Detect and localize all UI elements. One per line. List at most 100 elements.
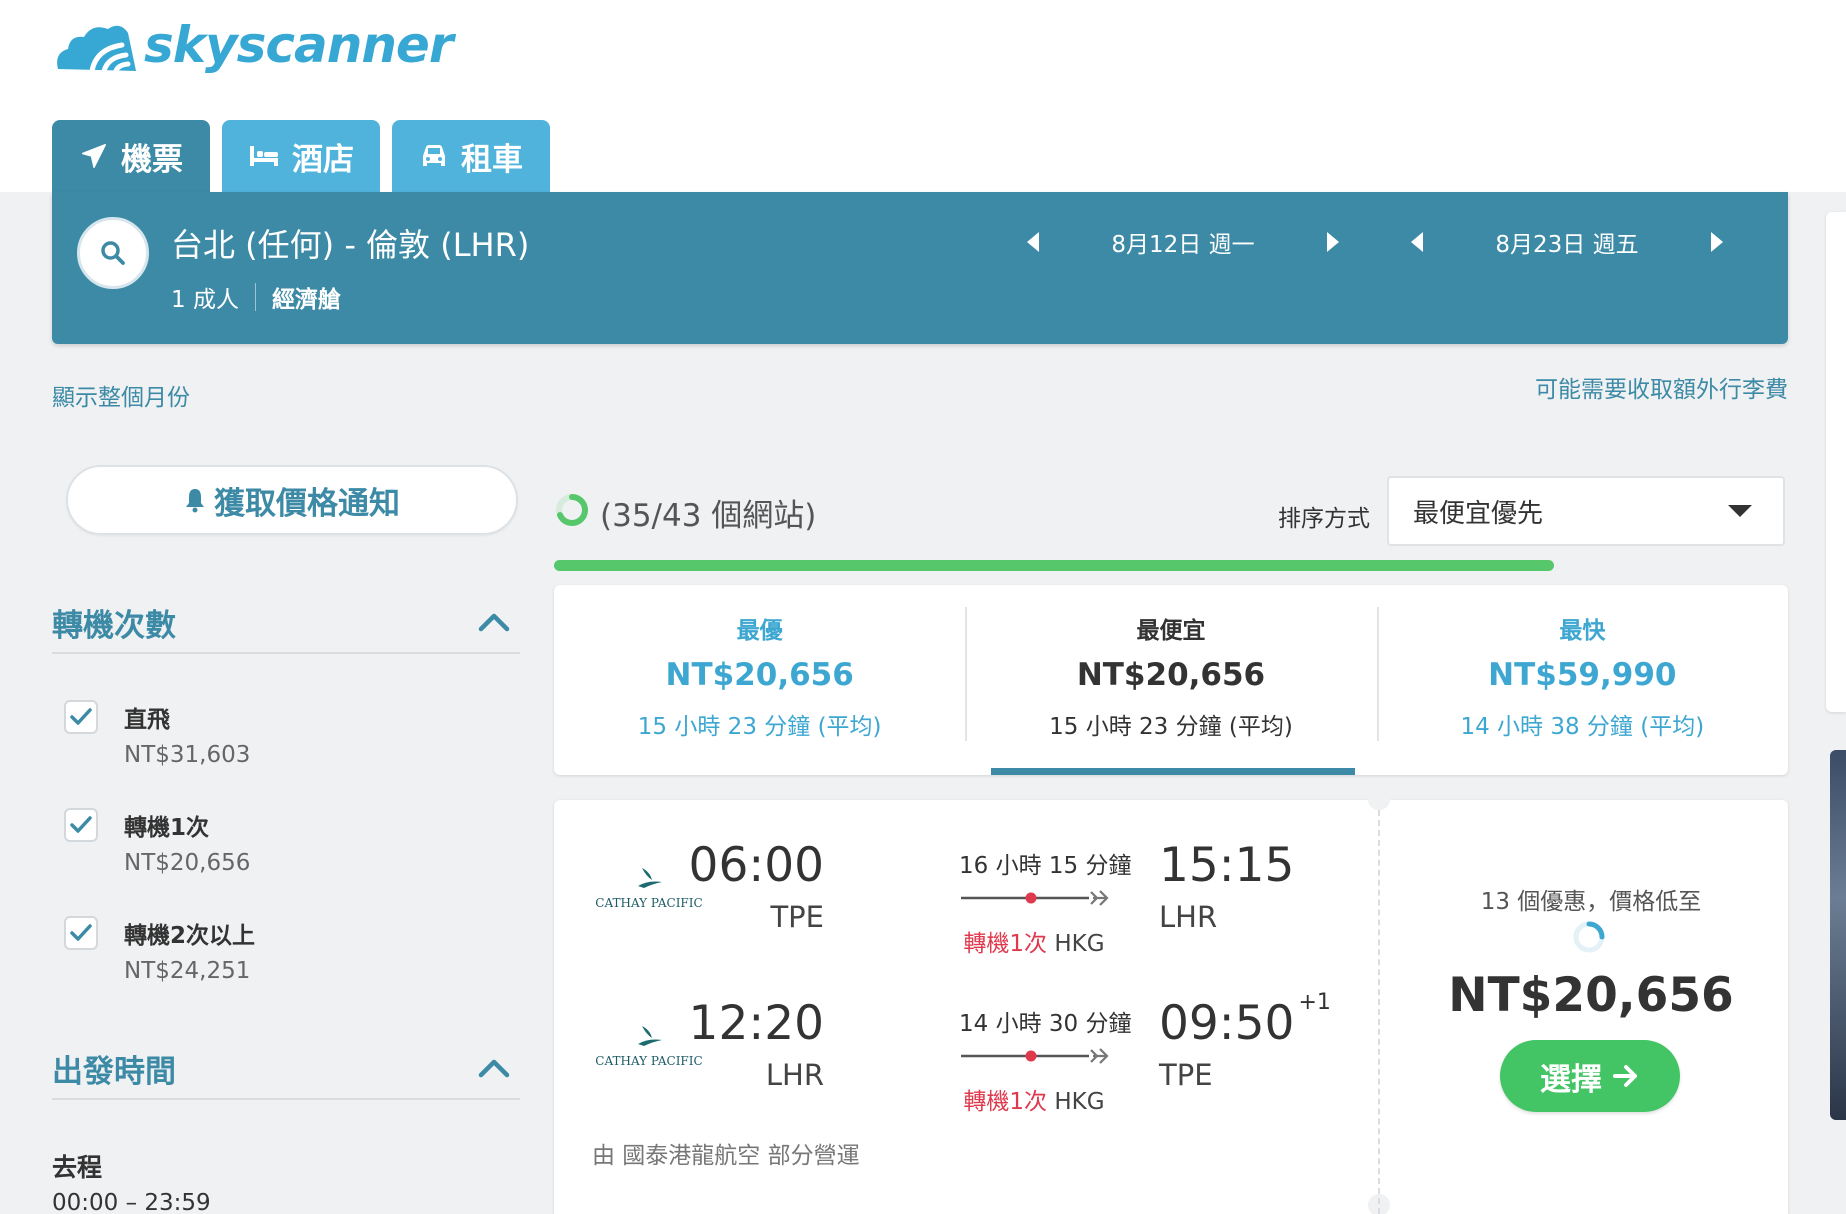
summary-heading: 最快 xyxy=(1559,618,1606,644)
cathay-pacific-logo-icon xyxy=(638,1026,662,1046)
checkmark-icon xyxy=(70,708,92,725)
summary-heading: 最優 xyxy=(736,618,783,644)
dropdown-arrow-icon xyxy=(1728,505,1752,517)
caret-left-icon xyxy=(1411,232,1423,252)
sort-select[interactable]: 最便宜優先 xyxy=(1387,476,1785,546)
checkmark-icon xyxy=(70,816,92,833)
checkbox[interactable] xyxy=(64,808,98,842)
flight-leg-return: CATHAY PACIFIC 12:20 LHR 14 小時 30 分鐘 轉機1… xyxy=(554,990,1374,1126)
chevron-up-icon[interactable] xyxy=(478,612,510,632)
departure-time: 12:20 xyxy=(688,996,824,1051)
search-summary-bar: 台北 (任何) - 倫敦 (LHR) 1 成人 經濟艙 8月12日 週一 8月2… xyxy=(52,192,1788,344)
caret-right-icon xyxy=(1327,232,1339,252)
tab-hotels[interactable]: 酒店 xyxy=(222,120,380,192)
summary-price: NT$59,990 xyxy=(1488,657,1677,693)
side-advert-image[interactable] xyxy=(1830,750,1846,1120)
brand-name: skyscanner xyxy=(144,16,454,74)
return-next-button[interactable] xyxy=(1702,220,1732,264)
depart-next-button[interactable] xyxy=(1318,220,1348,264)
stop-info: 轉機1次 HKG xyxy=(959,1082,1109,1116)
summary-duration: 15 小時 23 分鐘 (平均) xyxy=(637,714,882,740)
stop-option-label: 轉機2次以上 xyxy=(124,923,256,949)
caret-right-icon xyxy=(1711,232,1723,252)
bell-icon xyxy=(186,489,204,513)
car-icon xyxy=(423,145,445,166)
checkbox[interactable] xyxy=(64,700,98,734)
deals-count-text: 13 個優惠，價格低至 xyxy=(1480,889,1702,915)
side-panel xyxy=(1826,212,1846,712)
tab-label: 機票 xyxy=(121,141,183,178)
edit-search-button[interactable] xyxy=(77,217,149,289)
flight-result-card[interactable]: CATHAY PACIFIC 06:00 TPE 16 小時 15 分鐘 轉機1… xyxy=(554,790,1788,1214)
passengers-text: 1 成人 xyxy=(171,287,239,313)
summary-duration: 15 小時 23 分鐘 (平均) xyxy=(1049,714,1293,740)
arrival-airport: LHR xyxy=(1159,900,1218,934)
summary-tab-cheapest[interactable]: 最便宜 NT$20,656 15 小時 23 分鐘 (平均) xyxy=(965,585,1376,775)
arrival-time-value: 09:50 xyxy=(1159,996,1295,1051)
return-date[interactable]: 8月23日 週五 xyxy=(1495,225,1638,259)
arrival-time: 09:50 +1 xyxy=(1159,990,1331,1051)
arrow-right-icon xyxy=(1613,1065,1637,1087)
stop-option-price: NT$20,656 xyxy=(124,850,251,876)
plane-icon xyxy=(82,144,106,168)
summary-tab-fastest[interactable]: 最快 NT$59,990 14 小時 38 分鐘 (平均) xyxy=(1376,585,1788,775)
lowest-price: NT$20,656 xyxy=(1448,968,1734,1023)
skyscanner-logo[interactable]: skyscanner xyxy=(52,10,454,80)
select-button[interactable]: 選擇 xyxy=(1500,1040,1680,1112)
product-tabs: 機票 酒店 租車 xyxy=(52,120,550,192)
stops-filter-title: 轉機次數 xyxy=(52,607,176,644)
summary-tab-best[interactable]: 最優 NT$20,656 15 小時 23 分鐘 (平均) xyxy=(554,585,965,775)
depart-date-control: 8月12日 週一 xyxy=(1018,220,1348,264)
airline-logo: CATHAY PACIFIC xyxy=(594,1024,704,1068)
stop-count: 轉機1次 xyxy=(963,1089,1048,1115)
outbound-time-range: 00:00 – 23:59 xyxy=(52,1190,211,1214)
price-alert-button[interactable]: 獲取價格通知 xyxy=(66,465,518,535)
flight-duration: 16 小時 15 分鐘 xyxy=(959,853,1132,879)
checkmark-icon xyxy=(70,924,92,941)
stop-option-label: 轉機1次 xyxy=(124,815,210,841)
return-prev-button[interactable] xyxy=(1402,220,1432,264)
chevron-up-icon[interactable] xyxy=(478,1058,510,1078)
arrival-time: 15:15 xyxy=(1159,838,1294,893)
summary-duration: 14 小時 38 分鐘 (平均) xyxy=(1460,714,1705,740)
departure-airport: LHR xyxy=(765,1058,824,1092)
departure-time-filter-header[interactable]: 出發時間 xyxy=(52,1038,520,1100)
stop-airport: HKG xyxy=(1054,931,1105,957)
route-line-icon xyxy=(961,890,1109,906)
stop-count: 轉機1次 xyxy=(963,931,1048,957)
airline-name: CATHAY PACIFIC xyxy=(595,1054,703,1068)
summary-heading: 最便宜 xyxy=(1136,618,1206,644)
tab-flights[interactable]: 機票 xyxy=(52,120,210,192)
day-offset: +1 xyxy=(1298,990,1331,1015)
ticket-notch xyxy=(1368,790,1390,810)
route-line-icon xyxy=(961,1048,1109,1064)
passenger-cabin-info[interactable]: 1 成人 經濟艙 xyxy=(171,280,341,314)
tab-cars[interactable]: 租車 xyxy=(392,120,550,192)
depart-prev-button[interactable] xyxy=(1018,220,1048,264)
stop-option-label: 直飛 xyxy=(124,707,170,733)
outbound-label: 去程 xyxy=(52,1153,103,1182)
flight-duration: 14 小時 30 分鐘 xyxy=(959,1011,1132,1037)
summary-price: NT$20,656 xyxy=(665,657,854,693)
stops-filter-header[interactable]: 轉機次數 xyxy=(52,592,520,654)
departure-airport: TPE xyxy=(770,900,824,934)
stop-airport: HKG xyxy=(1054,1089,1105,1115)
checkbox[interactable] xyxy=(64,916,98,950)
select-button-label: 選擇 xyxy=(1540,1061,1602,1098)
show-whole-month-link[interactable]: 顯示整個月份 xyxy=(52,378,190,412)
departure-time: 06:00 xyxy=(688,838,824,893)
baggage-fees-link[interactable]: 可能需要收取額外行李費 xyxy=(1535,370,1788,404)
depart-date[interactable]: 8月12日 週一 xyxy=(1111,225,1254,259)
airline-logo: CATHAY PACIFIC xyxy=(594,866,704,910)
operated-by-text: 由 國泰港龍航空 部分營運 xyxy=(592,1143,860,1169)
sort-value: 最便宜優先 xyxy=(1413,498,1544,529)
caret-left-icon xyxy=(1027,232,1039,252)
tab-label: 租車 xyxy=(461,141,523,178)
tab-label: 酒店 xyxy=(292,141,354,178)
search-progress-bar xyxy=(554,560,1554,571)
airline-name: CATHAY PACIFIC xyxy=(595,896,703,910)
route-text[interactable]: 台北 (任何) - 倫敦 (LHR) xyxy=(171,220,529,266)
arrival-airport: TPE xyxy=(1159,1058,1213,1092)
cathay-pacific-logo-icon xyxy=(638,868,662,888)
meta-divider xyxy=(254,283,256,311)
